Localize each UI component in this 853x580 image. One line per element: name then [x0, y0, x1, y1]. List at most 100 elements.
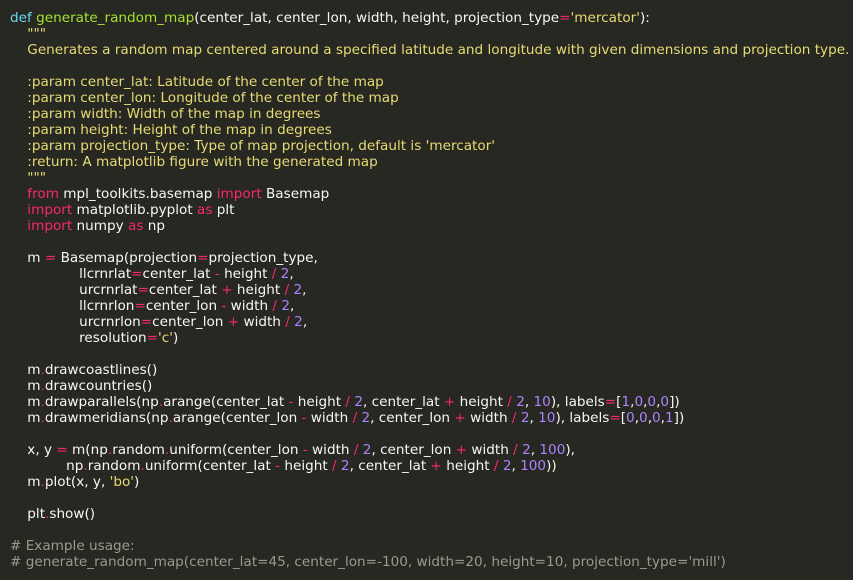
code-token: m — [10, 394, 41, 410]
code-token: urcrnrlon — [10, 314, 141, 330]
code-token: ]) — [673, 410, 685, 426]
code-token: projection_type, — [208, 250, 318, 266]
code-token: numpy — [72, 218, 128, 234]
code-token: height — [232, 282, 285, 298]
code-token: 100 — [539, 442, 566, 458]
code-token: 0 — [652, 410, 661, 426]
code-token: 2 — [294, 314, 303, 330]
code-token: urcrnrlat — [10, 282, 138, 298]
code-token: np — [10, 458, 84, 474]
code-token: = — [134, 298, 146, 314]
code-line: # generate_random_map(center_lat=45, cen… — [10, 554, 853, 570]
code-token: drawcoastlines() — [44, 362, 158, 378]
code-token: center_lon — [152, 314, 228, 330]
code-token: , — [511, 458, 521, 474]
code-token: :param projection_type: Type of map proj… — [10, 138, 496, 154]
code-token: m — [10, 378, 41, 394]
code-token: height — [441, 458, 494, 474]
code-token: , — [524, 394, 534, 410]
code-token: 2 — [354, 394, 363, 410]
code-token: arange(center_lon — [172, 410, 302, 426]
code-token: # generate_random_map(center_lat=45, cen… — [10, 554, 726, 570]
code-line: """ — [10, 170, 853, 186]
code-token: 2 — [280, 266, 290, 282]
code-token: from — [27, 186, 59, 202]
code-line: Generates a random map centered around a… — [10, 42, 853, 58]
code-token: m — [10, 250, 45, 266]
code-token: Basemap(projection — [56, 250, 198, 266]
code-token: , center_lat — [349, 458, 431, 474]
code-token: , center_lat — [362, 394, 444, 410]
code-token: center_lat — [142, 266, 215, 282]
code-token: plt — [212, 202, 235, 218]
code-token: 0 — [639, 410, 648, 426]
code-token: Basemap — [261, 186, 330, 202]
code-line: # Example usage: — [10, 538, 853, 554]
code-token: llcrnrlon — [10, 298, 135, 314]
code-line: import numpy as np — [10, 218, 853, 234]
code-token: width — [226, 298, 273, 314]
code-token: = — [131, 266, 143, 282]
code-token: height — [455, 394, 508, 410]
code-token: 2 — [522, 442, 531, 458]
code-token: mpl_toolkits.basemap — [58, 186, 217, 202]
code-token: ) — [134, 474, 140, 490]
code-line: m.drawcoastlines() — [10, 362, 853, 378]
code-token: , — [302, 314, 308, 330]
code-line: :param projection_type: Type of map proj… — [10, 138, 853, 154]
code-line: m.plot(x, y, 'bo') — [10, 474, 853, 490]
code-token: import — [27, 202, 73, 218]
code-token: 0 — [634, 394, 644, 410]
code-token: , center_lon — [371, 442, 456, 458]
code-token: , — [529, 410, 539, 426]
code-token: 0 — [626, 410, 635, 426]
code-token: 2 — [516, 394, 525, 410]
code-token: resolution — [10, 330, 147, 346]
code-token: 100 — [520, 458, 547, 474]
code-line: m.drawmeridians(np.arange(center_lon - w… — [10, 410, 853, 426]
code-token: show() — [49, 506, 96, 522]
code-token: drawcountries() — [44, 378, 153, 394]
code-token: height — [219, 266, 272, 282]
code-line: m.drawcountries() — [10, 378, 853, 394]
code-line: :param width: Width of the map in degree… — [10, 106, 853, 122]
code-line: plt.show() — [10, 506, 853, 522]
code-token: m — [10, 474, 41, 490]
code-token: = — [604, 394, 617, 410]
code-token: width — [306, 410, 353, 426]
code-token: def — [10, 10, 32, 26]
code-token: 0 — [660, 394, 670, 410]
code-token: :return: A matplotlib figure with the ge… — [10, 154, 378, 170]
code-token: width — [307, 442, 354, 458]
code-token: )) — [546, 458, 557, 474]
code-token: , — [302, 282, 307, 298]
code-token: 'bo' — [109, 474, 135, 490]
code-token: + — [455, 442, 468, 458]
code-token: ]) — [669, 394, 680, 410]
code-token: = — [137, 282, 149, 298]
code-token: # Example usage: — [10, 538, 135, 554]
code-token: height — [293, 394, 346, 410]
code-line: urcrnrlon=center_lon + width / 2, — [10, 314, 853, 330]
code-token: height — [280, 458, 332, 474]
code-token: Generates a random map centered around a… — [10, 42, 850, 58]
code-token: 1 — [665, 410, 674, 426]
code-token: , — [290, 298, 295, 314]
code-token: :param center_lon: Longitude of the cent… — [10, 90, 399, 106]
code-token: matplotlib.pyplot — [72, 202, 198, 218]
code-line: :param height: Height of the map in degr… — [10, 122, 853, 138]
code-token: = — [146, 330, 159, 346]
code-token: llcrnrlat — [10, 266, 132, 282]
code-line: """ — [10, 26, 853, 42]
code-token: generate_random_map — [36, 10, 195, 26]
code-token: 2 — [293, 282, 303, 298]
code-editor[interactable]: def generate_random_map(center_lat, cent… — [0, 0, 853, 580]
code-token: """ — [10, 170, 47, 186]
code-token: = — [140, 314, 153, 330]
code-token: 1 — [621, 394, 631, 410]
code-token: = — [44, 250, 57, 266]
code-token: :param center_lat: Latitude of the cente… — [10, 74, 384, 90]
